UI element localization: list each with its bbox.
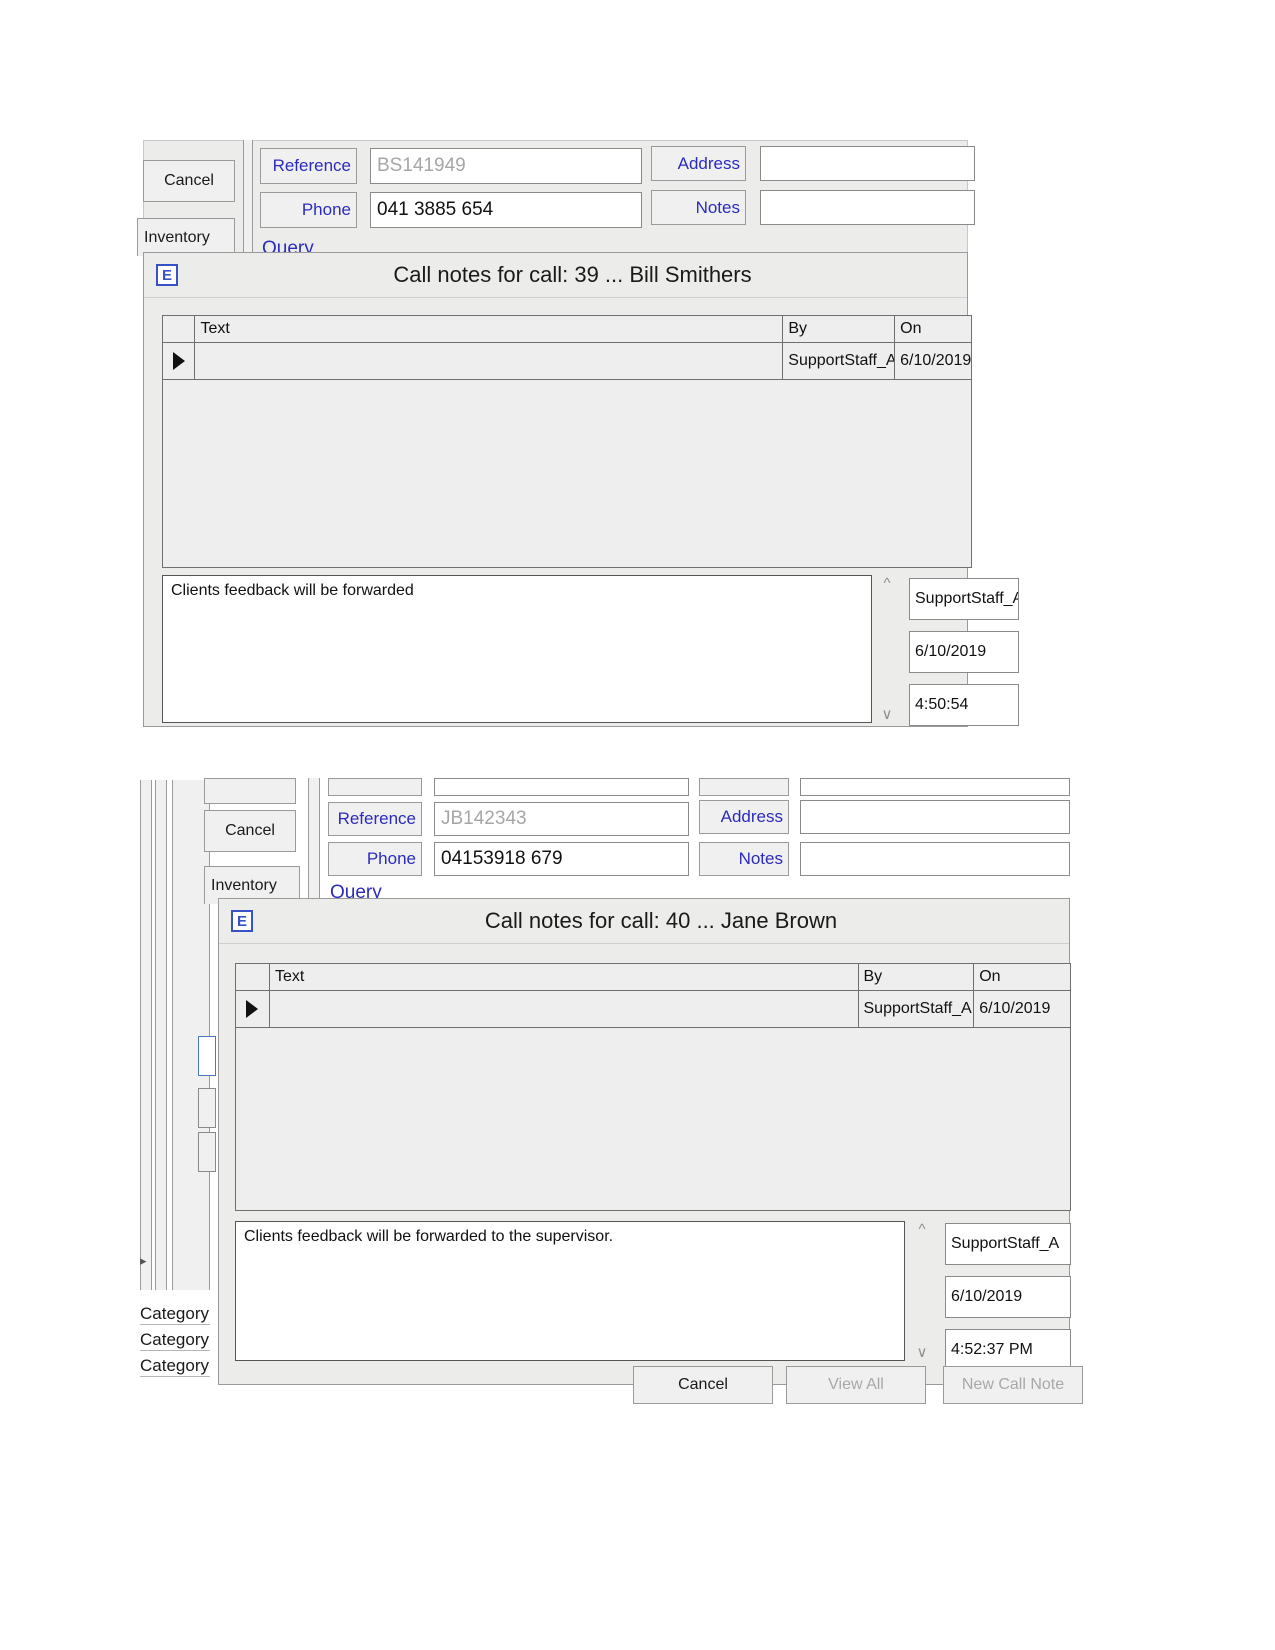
dialog-title: Call notes for call: 40 ... Jane Brown xyxy=(484,908,838,933)
cancel-button[interactable]: Cancel xyxy=(143,160,235,202)
note-text-editor[interactable]: Clients feedback will be forwarded to th… xyxy=(235,1221,905,1361)
note-scrollbar[interactable]: ^ ∨ xyxy=(874,575,900,723)
table-row[interactable]: SupportStaff_A 6/10/2019 xyxy=(236,991,1070,1028)
sidebar-list-item[interactable] xyxy=(198,1132,216,1172)
phone-input[interactable]: 041 3885 654 xyxy=(370,192,642,228)
grid-header-on[interactable]: On xyxy=(895,316,971,342)
scroll-up-icon[interactable]: ^ xyxy=(918,1221,925,1238)
view-all-button[interactable]: View All xyxy=(786,1366,926,1404)
address-label: Address xyxy=(651,146,746,181)
notes-input[interactable] xyxy=(800,842,1070,876)
note-text-editor[interactable]: Clients feedback will be forwarded xyxy=(162,575,872,723)
call-notes-dialog: E Call notes for call: 40 ... Jane Brown… xyxy=(218,898,1083,1404)
outer-frame-left xyxy=(140,780,152,1290)
reference-input[interactable]: JB142343 xyxy=(434,802,689,836)
grid-header-selector xyxy=(236,964,270,990)
row-selector-cell[interactable] xyxy=(163,343,196,379)
e-icon: E xyxy=(231,910,253,932)
grid-header-by[interactable]: By xyxy=(783,316,896,342)
grid-header-by[interactable]: By xyxy=(859,964,975,990)
scroll-down-icon[interactable]: ∨ xyxy=(882,705,893,723)
address-input[interactable] xyxy=(800,800,1070,834)
note-scrollbar[interactable]: ^ ∨ xyxy=(909,1221,935,1361)
address-input[interactable] xyxy=(760,146,975,181)
meta-time-field: 4:50:54 xyxy=(909,684,1019,726)
row-by-cell[interactable]: SupportStaff_A xyxy=(859,991,975,1027)
screenshot-top-capture: Cancel Inventory Reference BS141949 Phon… xyxy=(0,0,1275,740)
grid-header-row: Text By On xyxy=(236,964,1070,991)
phone-label: Phone xyxy=(328,842,422,876)
reference-value-top-stub xyxy=(434,778,689,796)
row-by-cell[interactable]: SupportStaff_A xyxy=(783,343,896,379)
call-notes-grid[interactable]: Text By On SupportStaff_A 6/10/2019 xyxy=(235,963,1071,1211)
meta-date-field: 6/10/2019 xyxy=(945,1276,1071,1318)
notes-label: Notes xyxy=(651,190,746,225)
dialog-title-bar: E Call notes for call: 39 ... Bill Smith… xyxy=(144,253,967,298)
dialog-title: Call notes for call: 39 ... Bill Smither… xyxy=(393,262,752,287)
dialog-cancel-button[interactable]: Cancel xyxy=(633,1366,773,1404)
toolbar-button-above-cancel[interactable] xyxy=(204,778,296,804)
inventory-tab[interactable]: Inventory xyxy=(137,218,235,256)
grid-header-selector xyxy=(163,316,196,342)
dialog-title-bar: E Call notes for call: 40 ... Jane Brown xyxy=(219,899,1069,944)
call-notes-dialog: E Call notes for call: 39 ... Bill Smith… xyxy=(143,252,1019,727)
notes-value-top-stub xyxy=(800,778,1070,796)
category-label: Category xyxy=(140,1350,210,1377)
row-on-cell[interactable]: 6/10/2019 xyxy=(895,343,971,379)
reference-input[interactable]: BS141949 xyxy=(370,148,642,184)
meta-date-field: 6/10/2019 xyxy=(909,631,1019,673)
reference-top-stub xyxy=(328,778,422,796)
scroll-up-icon[interactable]: ^ xyxy=(883,575,890,592)
phone-label: Phone xyxy=(260,192,357,228)
address-label: Address xyxy=(699,800,789,834)
notes-label: Notes xyxy=(699,842,789,876)
horizontal-scroll-left-arrow[interactable]: ▸ xyxy=(140,1253,154,1273)
e-icon: E xyxy=(156,264,178,286)
phone-input[interactable]: 04153918 679 xyxy=(434,842,689,876)
category-label: Category xyxy=(140,1298,210,1325)
row-arrow-icon xyxy=(246,1000,259,1018)
outer-frame-left2 xyxy=(155,780,167,1290)
call-notes-grid[interactable]: Text By On SupportStaff_A 6/10/2019 xyxy=(162,315,972,568)
reference-label: Reference xyxy=(328,802,422,836)
table-row[interactable]: SupportStaff_A 6/10/2019 xyxy=(163,343,971,380)
scroll-down-icon[interactable]: ∨ xyxy=(917,1343,928,1361)
panel-divider-vertical xyxy=(243,140,253,255)
cancel-button[interactable]: Cancel xyxy=(204,810,296,852)
sidebar-list-item[interactable] xyxy=(198,1088,216,1128)
screenshot-bottom-capture: Cancel Inventory Reference JB142343 Phon… xyxy=(0,770,1275,1404)
notes-input[interactable] xyxy=(760,190,975,225)
address-top-stub xyxy=(699,778,789,796)
category-label: Category xyxy=(140,1324,210,1351)
outer-frame-left3 xyxy=(172,780,210,1290)
reference-label: Reference xyxy=(260,148,357,184)
grid-header-row: Text By On xyxy=(163,316,971,343)
grid-header-text[interactable]: Text xyxy=(270,964,859,990)
grid-header-on[interactable]: On xyxy=(974,964,1070,990)
meta-by-field: SupportStaff_A xyxy=(909,578,1019,620)
panel-divider-vertical xyxy=(308,778,320,908)
row-text-cell[interactable] xyxy=(195,343,784,379)
meta-by-field: SupportStaff_A xyxy=(945,1223,1071,1265)
row-text-cell[interactable] xyxy=(270,991,859,1027)
meta-time-field: 4:52:37 PM xyxy=(945,1329,1071,1371)
row-arrow-icon xyxy=(172,352,185,370)
grid-header-text[interactable]: Text xyxy=(195,316,784,342)
row-on-cell[interactable]: 6/10/2019 xyxy=(974,991,1070,1027)
row-selector-cell[interactable] xyxy=(236,991,270,1027)
new-call-note-button[interactable]: New Call Note xyxy=(943,1366,1083,1404)
sidebar-list-item-highlight[interactable] xyxy=(198,1036,216,1076)
